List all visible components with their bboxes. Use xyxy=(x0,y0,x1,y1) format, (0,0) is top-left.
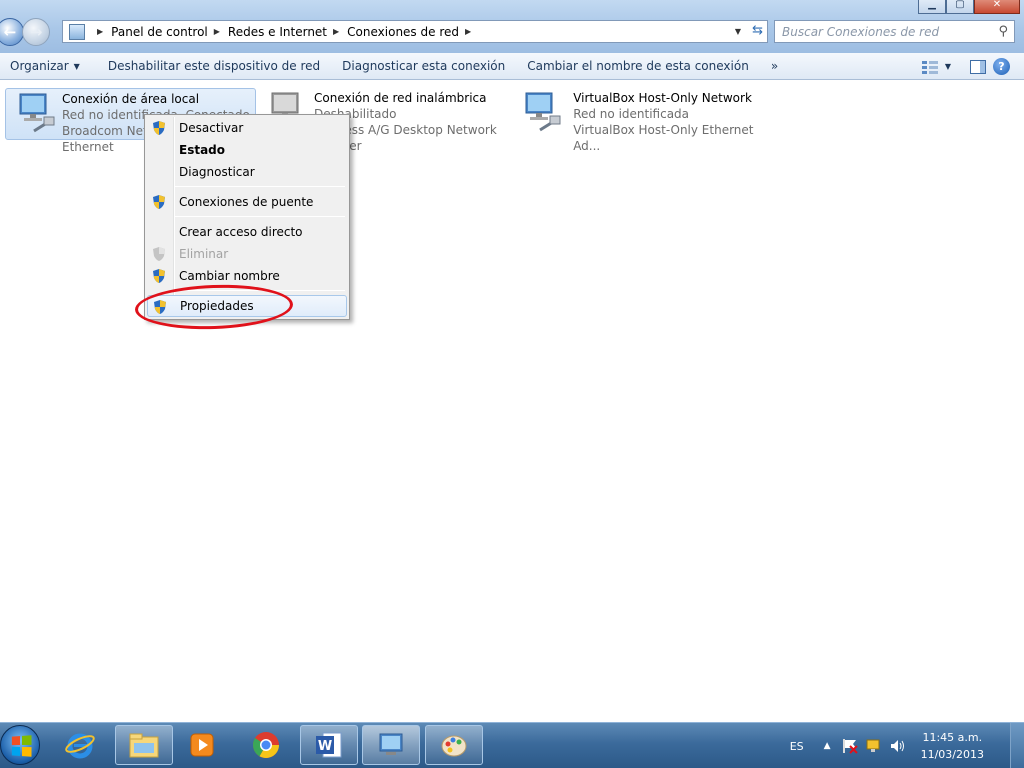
connection-name: Conexión de área local xyxy=(62,92,200,106)
help-icon[interactable]: ? xyxy=(993,58,1010,75)
network-adapter-icon xyxy=(522,90,567,138)
windows-logo-icon xyxy=(11,735,32,757)
view-dropdown-icon[interactable]: ▼ xyxy=(945,62,951,71)
breadcrumb-separator-icon[interactable]: ▶ xyxy=(214,27,220,36)
connection-item-virtualbox[interactable]: VirtualBox Host-Only Network Red no iden… xyxy=(512,88,772,153)
system-tray: ES ▲ 11:45 a.m. 11/03/2013 xyxy=(790,723,1024,768)
forward-arrow-icon: → xyxy=(29,23,43,41)
breadcrumb-separator-icon[interactable]: ▶ xyxy=(333,27,339,36)
menu-item-label: Conexiones de puente xyxy=(179,195,314,209)
preview-pane-icon[interactable] xyxy=(969,59,987,75)
show-desktop-button[interactable] xyxy=(1010,723,1024,768)
svg-text:W: W xyxy=(318,739,332,754)
windows-explorer-icon[interactable] xyxy=(115,725,173,765)
menu-item-label: Crear acceso directo xyxy=(179,225,303,239)
control-panel-icon xyxy=(69,23,85,40)
uac-shield-icon xyxy=(153,269,165,283)
chrome-icon[interactable] xyxy=(244,725,288,765)
view-options-icon[interactable] xyxy=(921,59,939,75)
breadcrumb-separator-icon[interactable]: ▶ xyxy=(465,27,471,36)
title-bar: ▁ ▢ ✕ ← → ▶ Panel de control ▶ Redes e I… xyxy=(0,0,1024,53)
paint-icon[interactable] xyxy=(425,725,483,765)
search-icon[interactable]: ⚲ xyxy=(998,24,1008,39)
menu-item-delete: Eliminar xyxy=(147,243,347,265)
menu-item-label: Cambiar nombre xyxy=(179,269,280,283)
rename-connection-button[interactable]: Cambiar el nombre de esta conexión xyxy=(518,53,758,80)
diagnose-connection-button[interactable]: Diagnosticar esta conexión xyxy=(333,53,514,80)
disable-device-button[interactable]: Deshabilitar este dispositivo de red xyxy=(99,53,329,80)
menu-separator xyxy=(175,186,345,187)
clock-date: 11/03/2013 xyxy=(920,748,984,761)
organize-label: Organizar xyxy=(10,59,69,73)
flag-icon[interactable] xyxy=(841,738,859,754)
chevron-down-icon: ▼ xyxy=(73,61,80,71)
command-toolbar: Organizar ▼ Deshabilitar este dispositiv… xyxy=(0,53,1024,80)
connection-name: VirtualBox Host-Only Network xyxy=(573,91,752,105)
organize-button[interactable]: Organizar ▼ xyxy=(0,53,89,80)
network-connections-icon[interactable] xyxy=(362,725,420,765)
back-arrow-icon: ← xyxy=(3,23,17,41)
language-indicator[interactable]: ES xyxy=(790,740,804,753)
menu-item-label: Eliminar xyxy=(179,247,229,261)
uac-shield-icon xyxy=(153,247,165,261)
menu-item-bridge[interactable]: Conexiones de puente xyxy=(147,191,347,213)
internet-explorer-icon[interactable] xyxy=(58,725,102,765)
address-bar[interactable]: ▶ Panel de control ▶ Redes e Internet ▶ … xyxy=(62,20,768,43)
refresh-icon[interactable]: ⇆ xyxy=(752,23,763,38)
close-button[interactable]: ✕ xyxy=(974,0,1020,14)
maximize-button[interactable]: ▢ xyxy=(946,0,974,14)
more-commands-button[interactable]: » xyxy=(762,53,787,80)
show-hidden-icons-icon[interactable]: ▲ xyxy=(824,741,831,751)
forward-button[interactable]: → xyxy=(22,18,50,46)
breadcrumb-separator-icon[interactable]: ▶ xyxy=(97,27,103,36)
menu-item-rename[interactable]: Cambiar nombre xyxy=(147,265,347,287)
minimize-button[interactable]: ▁ xyxy=(918,0,946,14)
menu-separator xyxy=(175,216,345,217)
menu-item-status[interactable]: Estado xyxy=(147,139,347,161)
window-controls: ▁ ▢ ✕ xyxy=(918,0,1020,14)
connection-name: Conexión de red inalámbrica xyxy=(314,91,487,105)
menu-item-create-shortcut[interactable]: Crear acceso directo xyxy=(147,221,347,243)
clock[interactable]: 11:45 a.m. 11/03/2013 xyxy=(921,729,984,763)
menu-item-label: Diagnosticar xyxy=(179,165,255,179)
breadcrumb-network-connections[interactable]: Conexiones de red xyxy=(347,25,459,39)
search-input[interactable]: Buscar Conexiones de red ⚲ xyxy=(774,20,1015,43)
breadcrumb-network-internet[interactable]: Redes e Internet xyxy=(228,25,327,39)
breadcrumb: ▶ Panel de control ▶ Redes e Internet ▶ … xyxy=(91,25,479,39)
connection-device: VirtualBox Host-Only Ethernet Ad... xyxy=(573,123,754,153)
word-icon[interactable]: W xyxy=(300,725,358,765)
uac-shield-icon xyxy=(153,195,165,209)
taskbar: W ES ▲ 11:45 a.m. 11/03/2013 xyxy=(0,722,1024,768)
network-tray-icon[interactable] xyxy=(865,738,883,754)
media-player-icon[interactable] xyxy=(180,725,224,765)
menu-item-label: Desactivar xyxy=(179,121,244,135)
uac-shield-icon xyxy=(153,121,165,135)
connection-status: Red no identificada xyxy=(573,107,690,121)
menu-item-disable[interactable]: Desactivar xyxy=(147,117,347,139)
clock-time: 11:45 a.m. xyxy=(922,731,983,744)
menu-item-label: Estado xyxy=(179,143,226,157)
volume-icon[interactable] xyxy=(889,738,907,754)
menu-item-diagnose[interactable]: Diagnosticar xyxy=(147,161,347,183)
breadcrumb-control-panel[interactable]: Panel de control xyxy=(111,25,208,39)
search-placeholder: Buscar Conexiones de red xyxy=(782,24,940,39)
start-orb-icon[interactable] xyxy=(0,725,40,765)
back-button[interactable]: ← xyxy=(0,18,24,46)
address-dropdown-icon[interactable]: ▼ xyxy=(735,27,741,36)
network-adapter-icon xyxy=(16,91,56,139)
